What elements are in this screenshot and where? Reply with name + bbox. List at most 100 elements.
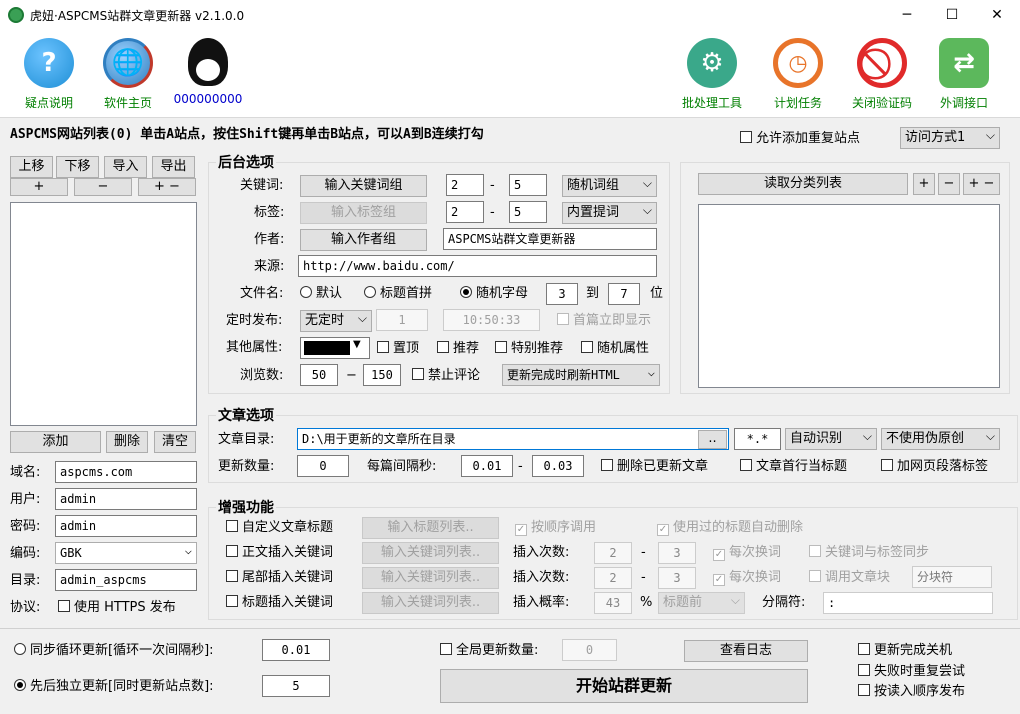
start-update-button[interactable]: 开始站群更新 [440, 669, 808, 703]
keyword-mode-select[interactable]: 随机词组 [562, 175, 657, 197]
tail-keyword-checkbox[interactable]: 尾部插入关键词 [226, 568, 333, 588]
timed-mode-select[interactable]: 无定时 [300, 310, 372, 332]
views-max-input[interactable]: 150 [363, 364, 401, 386]
export-button[interactable]: 导出 [152, 156, 195, 178]
view-log-button[interactable]: 查看日志 [684, 640, 808, 662]
source-input[interactable]: http://www.baidu.com/ [298, 255, 657, 277]
retry-checkbox[interactable]: 失败时重复尝试 [858, 662, 965, 682]
https-checkbox[interactable]: 使用 HTTPS 发布 [58, 598, 176, 618]
random-attr-checkbox[interactable]: 随机属性 [581, 339, 649, 359]
access-mode-select[interactable]: 访问方式1 [900, 127, 1000, 149]
sync-keyword-tag-checkbox[interactable]: 关键词与标签同步 [809, 543, 929, 563]
category-plus-button[interactable]: + [913, 173, 935, 195]
first-immediate-checkbox[interactable]: 首篇立即显示 [557, 311, 651, 331]
category-listbox[interactable] [698, 204, 1000, 388]
close-button[interactable]: ✕ [974, 0, 1020, 30]
interval-max-input[interactable]: 0.03 [532, 455, 584, 477]
site-plusminus-button[interactable]: + − [138, 178, 196, 196]
tag-group-button[interactable]: 输入标签组 [300, 202, 427, 224]
help-button[interactable]: ? 疑点说明 [9, 38, 89, 111]
special-recommend-checkbox[interactable]: 特别推荐 [495, 339, 563, 359]
browse-dir-button[interactable]: .. [698, 430, 727, 449]
article-dir-input[interactable]: D:\用于更新的文章所在目录 [297, 428, 729, 450]
article-encoding-select[interactable]: 自动识别 [785, 428, 877, 450]
batch-tool-button[interactable]: ⚙ 批处理工具 [672, 38, 752, 111]
title-keyword-list-button[interactable]: 输入关键词列表.. [362, 592, 499, 614]
top-checkbox[interactable]: 置顶 [377, 339, 419, 359]
body-times-min-input[interactable]: 2 [594, 542, 632, 564]
shutdown-checkbox[interactable]: 更新完成关机 [858, 641, 952, 661]
body-keyword-checkbox[interactable]: 正文插入关键词 [226, 543, 333, 563]
qq-button[interactable]: 000000000 [168, 38, 248, 106]
filename-random-radio[interactable]: 随机字母 [460, 284, 528, 304]
author-group-button[interactable]: 输入作者组 [300, 229, 427, 251]
clear-sites-button[interactable]: 清空 [154, 431, 196, 453]
tail-times-max-input[interactable]: 3 [658, 567, 696, 589]
tag-min-input[interactable]: 2 [446, 201, 484, 223]
body-keyword-list-button[interactable]: 输入关键词列表.. [362, 542, 499, 564]
admin-dir-input[interactable]: admin_aspcms [55, 569, 197, 591]
filename-default-radio[interactable]: 默认 [300, 284, 342, 304]
call-article-block-checkbox[interactable]: 调用文章块 [809, 568, 890, 588]
keyword-min-input[interactable]: 2 [446, 174, 484, 196]
timed-time-input[interactable]: 10:50:33 [443, 309, 540, 331]
tag-mode-select[interactable]: 内置提词 [562, 202, 657, 224]
timed-count-input[interactable]: 1 [376, 309, 428, 331]
import-button[interactable]: 导入 [104, 156, 147, 178]
title-list-button[interactable]: 输入标题列表.. [362, 517, 499, 539]
probability-input[interactable]: 43 [594, 592, 632, 614]
category-plusminus-button[interactable]: + − [963, 173, 1000, 195]
site-plus-button[interactable]: + [10, 178, 68, 196]
site-minus-button[interactable]: − [74, 178, 132, 196]
refresh-mode-select[interactable]: 更新完成时刷新HTML [502, 364, 660, 386]
password-input[interactable]: admin [55, 515, 197, 537]
site-listbox[interactable] [10, 202, 197, 426]
body-every-change-checkbox[interactable]: ✓ 每次换词 [713, 543, 781, 563]
close-captcha-button[interactable]: ⃠ 关闭验证码 [842, 38, 922, 111]
filename-max-input[interactable]: 7 [608, 283, 640, 305]
tail-times-min-input[interactable]: 2 [594, 567, 632, 589]
auto-delete-used-checkbox[interactable]: ✓ 使用过的标题自动删除 [657, 518, 803, 538]
global-count-input[interactable]: 0 [562, 639, 617, 661]
keyword-group-button[interactable]: 输入关键词组 [300, 175, 427, 197]
update-count-input[interactable]: 0 [297, 455, 349, 477]
color-picker[interactable]: ▼ [300, 337, 370, 359]
views-min-input[interactable]: 50 [300, 364, 338, 386]
schedule-button[interactable]: ◷ 计划任务 [758, 38, 838, 111]
title-position-select[interactable]: 标题前 [658, 592, 745, 614]
home-button[interactable]: 🌐 软件主页 [88, 38, 168, 111]
delete-updated-checkbox[interactable]: 删除已更新文章 [601, 457, 708, 477]
first-line-title-checkbox[interactable]: 文章首行当标题 [740, 457, 847, 477]
sequential-update-input[interactable]: 5 [262, 675, 330, 697]
separator-input[interactable]: : [823, 592, 993, 614]
move-down-button[interactable]: 下移 [56, 156, 99, 178]
filename-min-input[interactable]: 3 [546, 283, 578, 305]
move-up-button[interactable]: 上移 [10, 156, 53, 178]
domain-input[interactable]: aspcms.com [55, 461, 197, 483]
encoding-select[interactable]: GBK [55, 542, 197, 564]
sequential-update-radio[interactable]: 先后独立更新[同时更新站点数]: [14, 677, 214, 697]
tail-keyword-list-button[interactable]: 输入关键词列表.. [362, 567, 499, 589]
custom-title-checkbox[interactable]: 自定义文章标题 [226, 518, 333, 538]
file-ext-input[interactable]: *.* [734, 428, 781, 450]
tail-every-change-checkbox[interactable]: ✓ 每次换词 [713, 568, 781, 588]
pseudo-original-select[interactable]: 不使用伪原创 [881, 428, 1000, 450]
allow-duplicate-checkbox[interactable]: 允许添加重复站点 [740, 129, 860, 149]
minimize-button[interactable]: ─ [884, 0, 930, 30]
no-comment-checkbox[interactable]: 禁止评论 [412, 366, 480, 386]
tag-max-input[interactable]: 5 [509, 201, 547, 223]
interval-min-input[interactable]: 0.01 [461, 455, 513, 477]
keyword-max-input[interactable]: 5 [509, 174, 547, 196]
order-publish-checkbox[interactable]: 按读入顺序发布 [858, 682, 965, 702]
author-input[interactable]: ASPCMS站群文章更新器 [443, 228, 657, 250]
category-minus-button[interactable]: − [938, 173, 960, 195]
sync-loop-radio[interactable]: 同步循环更新[循环一次间隔秒]: [14, 641, 214, 661]
maximize-button[interactable]: ☐ [929, 0, 975, 30]
block-separator-input[interactable]: 分块符 [912, 566, 992, 588]
sequential-call-checkbox[interactable]: ✓ 按顺序调用 [515, 518, 596, 538]
add-paragraph-tag-checkbox[interactable]: 加网页段落标签 [881, 457, 988, 477]
user-input[interactable]: admin [55, 488, 197, 510]
recommend-checkbox[interactable]: 推荐 [437, 339, 479, 359]
read-category-button[interactable]: 读取分类列表 [698, 173, 908, 195]
sync-loop-input[interactable]: 0.01 [262, 639, 330, 661]
